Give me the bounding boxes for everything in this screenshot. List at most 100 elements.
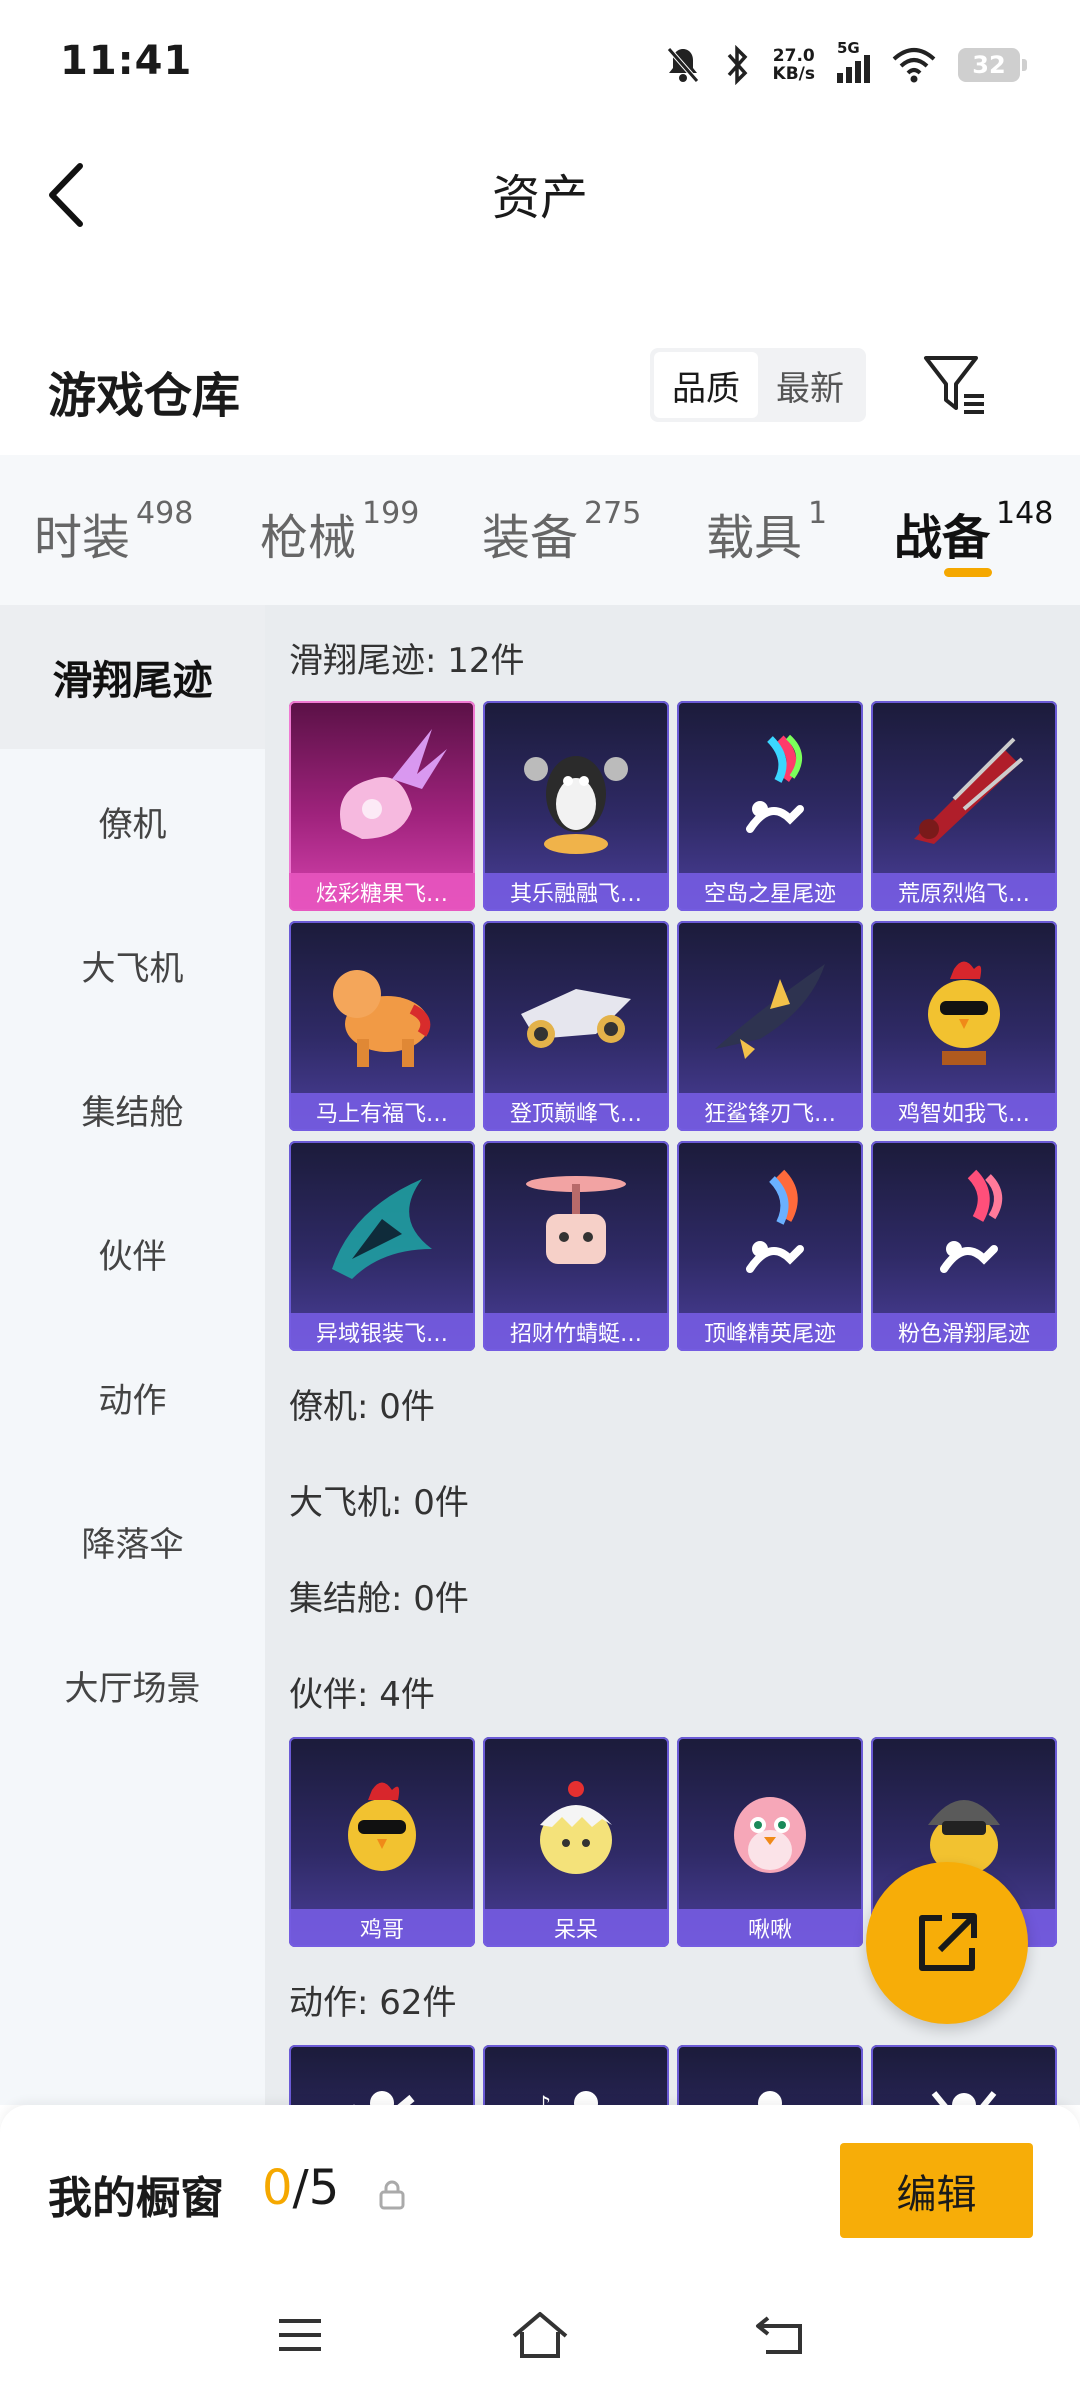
summit-glider-art (483, 921, 669, 1096)
tab-vehicles[interactable]: 载具 1 (706, 496, 827, 568)
menu-icon (279, 2319, 321, 2351)
tab-guns[interactable]: 枪械 199 (260, 496, 419, 568)
return-icon (756, 2316, 802, 2354)
tab-equipment[interactable]: 装备 275 (482, 496, 641, 568)
item-card[interactable] (871, 2045, 1057, 2105)
daidai-partner-art (483, 1737, 669, 1912)
side-item-parachute[interactable]: 降落伞 (0, 1469, 265, 1613)
jiujiu-partner-art (677, 1737, 863, 1912)
candy-glider-art (289, 701, 475, 876)
item-name: 狂鲨锋刃飞… (677, 1093, 863, 1131)
item-card[interactable] (289, 2045, 475, 2105)
item-name: 顶峰精英尾迹 (677, 1313, 863, 1351)
bluetooth-icon (727, 45, 747, 85)
section-title-big-plane: 大飞机: 0件 (289, 1483, 469, 1523)
horse-glider-art (289, 921, 475, 1096)
item-card[interactable]: 狂鲨锋刃飞… (677, 921, 863, 1131)
penguin-glider-art (483, 701, 669, 876)
item-name: 鸡哥 (289, 1909, 475, 1947)
elite-trail-art (677, 1141, 863, 1316)
active-tab-indicator (944, 568, 992, 577)
side-item-glide-trail[interactable]: 滑翔尾迹 (0, 605, 265, 749)
item-name: 其乐融融飞… (483, 873, 669, 911)
side-item-emote[interactable]: 动作 (0, 1325, 265, 1469)
item-name: 鸡智如我飞… (871, 1093, 1057, 1131)
item-name: 炫彩糖果飞… (289, 873, 475, 911)
tab-readiness[interactable]: 战备 148 (894, 496, 1053, 568)
filter-button[interactable] (920, 350, 990, 420)
item-card[interactable]: 登顶巅峰飞… (483, 921, 669, 1131)
battery-indicator: 32 (958, 48, 1027, 82)
item-card[interactable]: 粉色滑翔尾迹 (871, 1141, 1057, 1351)
side-item-big-plane[interactable]: 大飞机 (0, 893, 265, 1037)
flame-glider-art (871, 701, 1057, 876)
section-title-wingman: 僚机: 0件 (289, 1387, 435, 1427)
chicken-partner-art (289, 1737, 475, 1912)
item-card[interactable]: 鸡智如我飞… (871, 921, 1057, 1131)
tab-fashion[interactable]: 时装 498 (34, 496, 193, 568)
item-card[interactable]: 马上有福飞… (289, 921, 475, 1131)
showcase-count: 0/5 (262, 2160, 340, 2216)
side-nav: 滑翔尾迹 僚机 大飞机 集结舱 伙伴 动作 降落伞 大厅场景 (0, 605, 265, 2105)
menu-nav-button[interactable] (265, 2305, 335, 2365)
item-card[interactable]: ♪ (483, 2045, 669, 2105)
back-nav-button[interactable] (745, 2305, 815, 2365)
item-name: 粉色滑翔尾迹 (871, 1313, 1057, 1351)
home-nav-button[interactable] (505, 2305, 575, 2365)
edit-showcase-button[interactable]: 编辑 (840, 2143, 1033, 2238)
net-speed: 27.0 KB/s (772, 46, 815, 84)
emote-art (871, 2045, 1057, 2105)
bamboo-copter-art (483, 1141, 669, 1316)
item-card[interactable]: 炫彩糖果飞… (289, 701, 475, 911)
sort-by-latest[interactable]: 最新 (758, 352, 862, 418)
item-name: 空岛之星尾迹 (677, 873, 863, 911)
side-item-capsule[interactable]: 集结舱 (0, 1037, 265, 1181)
item-name: 招财竹蜻蜓… (483, 1313, 669, 1351)
side-item-partner[interactable]: 伙伴 (0, 1181, 265, 1325)
lock-icon (378, 2180, 406, 2210)
pink-trail-art (871, 1141, 1057, 1316)
item-card[interactable]: 顶峰精英尾迹 (677, 1141, 863, 1351)
exotic-glider-art (289, 1141, 475, 1316)
section-title-glide-trail: 滑翔尾迹: 12件 (289, 641, 525, 681)
section-title-capsule: 集结舱: 0件 (289, 1579, 469, 1619)
mute-bell-icon (666, 47, 699, 83)
section-title-partner: 伙伴: 4件 (289, 1675, 435, 1715)
share-fab[interactable] (866, 1862, 1028, 2024)
item-card[interactable]: 其乐融融飞… (483, 701, 669, 911)
item-card[interactable]: 鸡哥 啾啾 (677, 1737, 863, 1947)
item-card[interactable]: 异域银装飞… (289, 1141, 475, 1351)
status-icons: 27.0 KB/s 5G 32 (665, 30, 1027, 100)
page-title: 资产 (491, 170, 588, 226)
emote-art: ♪ (483, 2045, 669, 2105)
chicken-glider-art (871, 921, 1057, 1096)
item-card[interactable]: 招财竹蜻蜓… (483, 1141, 669, 1351)
filter-icon (924, 356, 984, 414)
showcase-title: 我的橱窗 (48, 2173, 224, 2224)
item-card[interactable]: 呆呆 (483, 1737, 669, 1947)
section-title-emote: 动作: 62件 (289, 1983, 457, 2023)
wifi-icon (892, 48, 936, 83)
item-name: 荒原烈焰飞… (871, 873, 1057, 911)
side-item-wingman[interactable]: 僚机 (0, 749, 265, 893)
external-link-icon (919, 1913, 977, 1971)
emote-art (677, 2045, 863, 2105)
item-name: 呆呆 (483, 1909, 669, 1947)
item-name: 登顶巅峰飞… (483, 1093, 669, 1131)
item-name: 啾啾 (677, 1909, 863, 1947)
sort-by-quality[interactable]: 品质 (654, 352, 758, 418)
item-card[interactable]: 鸡哥 (289, 1737, 475, 1947)
signal-indicator: 5G (837, 39, 870, 83)
warehouse-title: 游戏仓库 (48, 368, 241, 424)
item-card[interactable]: 荒原烈焰飞… (871, 701, 1057, 911)
rainbow-trail-art (677, 701, 863, 876)
item-name: 异域银装飞… (289, 1313, 475, 1351)
item-card[interactable]: 空岛之星尾迹 (677, 701, 863, 911)
home-icon (512, 2312, 568, 2358)
item-card[interactable] (677, 2045, 863, 2105)
emote-art (289, 2045, 475, 2105)
item-name: 马上有福飞… (289, 1093, 475, 1131)
sort-toggle: 品质 最新 (650, 348, 866, 422)
shark-glider-art (677, 921, 863, 1096)
side-item-lobby-scene[interactable]: 大厅场景 (0, 1613, 265, 1757)
